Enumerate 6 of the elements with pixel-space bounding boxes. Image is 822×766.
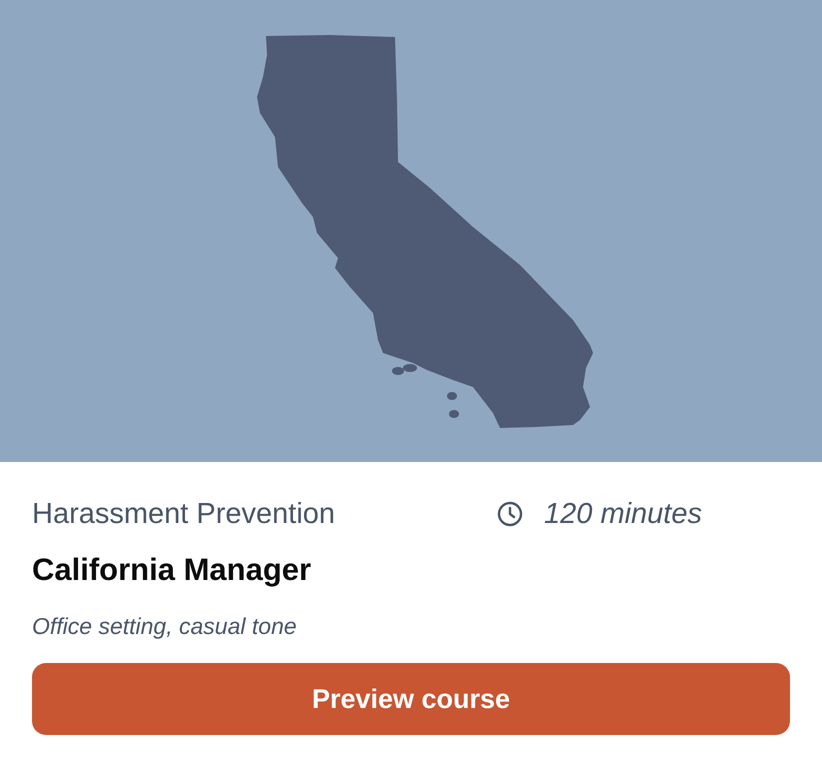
- course-setting: Office setting, casual tone: [32, 612, 297, 641]
- course-category: Harassment Prevention: [32, 497, 336, 532]
- clock-icon: [497, 501, 523, 527]
- course-duration: 120 minutes: [544, 497, 702, 532]
- course-title: California Manager: [32, 551, 312, 589]
- preview-course-button[interactable]: Preview course: [32, 663, 790, 735]
